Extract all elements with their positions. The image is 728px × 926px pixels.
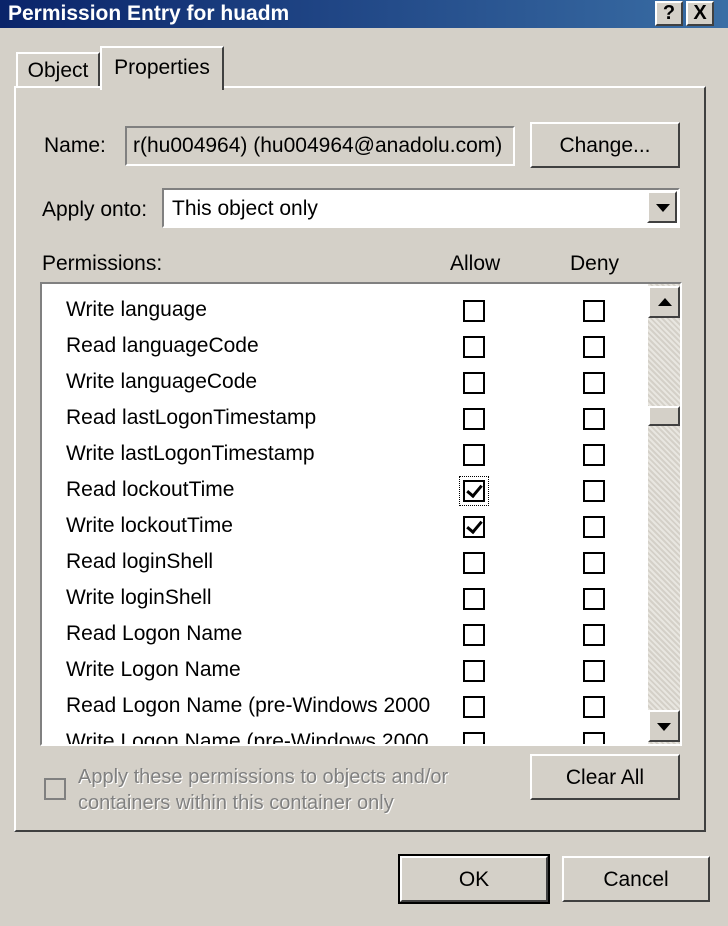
deny-checkbox[interactable]: [583, 480, 605, 502]
allow-checkbox[interactable]: [463, 588, 485, 610]
vertical-scrollbar[interactable]: [648, 284, 680, 744]
scroll-up-button[interactable]: [648, 286, 680, 318]
deny-checkbox[interactable]: [583, 444, 605, 466]
permission-name: Read lastLogonTimestamp: [66, 406, 317, 429]
name-field[interactable]: r(hu004964) (hu004964@anadolu.com): [125, 126, 515, 166]
permission-name: Write lockoutTime: [66, 514, 233, 537]
permission-row: Write lastLogonTimestamp: [42, 438, 642, 474]
permission-row: Read lockoutTime: [42, 474, 642, 510]
title-bar: Permission Entry for huadm ? X: [0, 0, 728, 28]
deny-checkbox[interactable]: [583, 552, 605, 574]
permission-name: Write lastLogonTimestamp: [66, 442, 315, 465]
permission-row: Write loginShell: [42, 582, 642, 618]
permission-row: Write Logon Name (pre-Windows 2000: [42, 726, 642, 744]
apply-container-checkbox[interactable]: [44, 778, 66, 800]
allow-checkbox[interactable]: [463, 732, 485, 744]
tab-properties[interactable]: Properties: [100, 46, 224, 90]
clear-all-button[interactable]: Clear All: [530, 754, 680, 800]
dropdown-button[interactable]: [647, 191, 677, 223]
permissions-list[interactable]: Write language Read languageCode Write lan…: [42, 284, 680, 744]
deny-checkbox[interactable]: [583, 588, 605, 610]
deny-checkbox[interactable]: [583, 408, 605, 430]
permission-row: Write languageCode: [42, 366, 642, 402]
deny-checkbox[interactable]: [583, 372, 605, 394]
allow-checkbox[interactable]: [463, 624, 485, 646]
allow-column-header: Allow: [450, 252, 501, 275]
scrollbar-thumb[interactable]: [648, 406, 680, 426]
permission-name: Read Logon Name: [66, 622, 243, 645]
change-button[interactable]: Change...: [530, 122, 680, 168]
allow-checkbox[interactable]: [463, 516, 485, 538]
deny-checkbox[interactable]: [583, 732, 605, 744]
apply-container-label-line1: Apply these permissions to objects and/o…: [78, 766, 449, 788]
tab-object[interactable]: Object: [16, 52, 100, 86]
ok-button[interactable]: OK: [398, 854, 550, 904]
deny-checkbox[interactable]: [583, 300, 605, 322]
permission-row: Read loginShell: [42, 546, 642, 582]
deny-checkbox[interactable]: [583, 336, 605, 358]
permissions-label: Permissions:: [42, 252, 163, 275]
allow-checkbox[interactable]: [463, 696, 485, 718]
permission-name: Write Logon Name: [66, 658, 241, 681]
chevron-down-icon: [657, 723, 671, 731]
permission-name: Write language: [66, 298, 207, 321]
allow-checkbox[interactable]: [463, 444, 485, 466]
permission-name: Write languageCode: [66, 370, 258, 393]
deny-checkbox[interactable]: [583, 624, 605, 646]
permission-row: Read Logon Name: [42, 618, 642, 654]
permission-row: Write Logon Name: [42, 654, 642, 690]
cancel-button[interactable]: Cancel: [562, 856, 710, 902]
permission-name: Read lockoutTime: [66, 478, 235, 501]
allow-checkbox[interactable]: [463, 300, 485, 322]
permission-row: Read lastLogonTimestamp: [42, 402, 642, 438]
close-button[interactable]: X: [686, 1, 714, 26]
permission-row: Read languageCode: [42, 330, 642, 366]
permission-row: Write language: [42, 294, 642, 330]
allow-checkbox[interactable]: [463, 336, 485, 358]
permission-name: Read loginShell: [66, 550, 214, 573]
allow-checkbox[interactable]: [463, 372, 485, 394]
permission-name: Read Logon Name (pre-Windows 2000: [66, 694, 431, 717]
deny-checkbox[interactable]: [583, 660, 605, 682]
permission-row: Write lockoutTime: [42, 510, 642, 546]
name-label: Name:: [44, 134, 106, 157]
chevron-down-icon: [656, 204, 670, 212]
allow-checkbox[interactable]: [463, 552, 485, 574]
apply-onto-select[interactable]: This object only: [162, 188, 680, 228]
apply-onto-label: Apply onto:: [42, 198, 148, 221]
allow-checkbox[interactable]: [463, 408, 485, 430]
allow-checkbox[interactable]: [463, 660, 485, 682]
help-button[interactable]: ?: [655, 1, 683, 26]
permission-name: Write loginShell: [66, 586, 212, 609]
deny-column-header: Deny: [570, 252, 620, 275]
window-title: Permission Entry for huadm: [8, 2, 290, 25]
permission-name: Write Logon Name (pre-Windows 2000: [66, 730, 429, 744]
apply-onto-value: This object only: [172, 197, 318, 220]
apply-container-label-line2: containers within this container only: [78, 792, 394, 814]
deny-checkbox[interactable]: [583, 696, 605, 718]
scroll-down-button[interactable]: [648, 710, 680, 742]
chevron-up-icon: [658, 298, 672, 306]
permission-row: Read Logon Name (pre-Windows 2000: [42, 690, 642, 726]
apply-container-label: Apply these permissions to objects and/o…: [78, 764, 448, 816]
allow-checkbox[interactable]: [459, 476, 489, 506]
permission-name: Read languageCode: [66, 334, 259, 357]
deny-checkbox[interactable]: [583, 516, 605, 538]
